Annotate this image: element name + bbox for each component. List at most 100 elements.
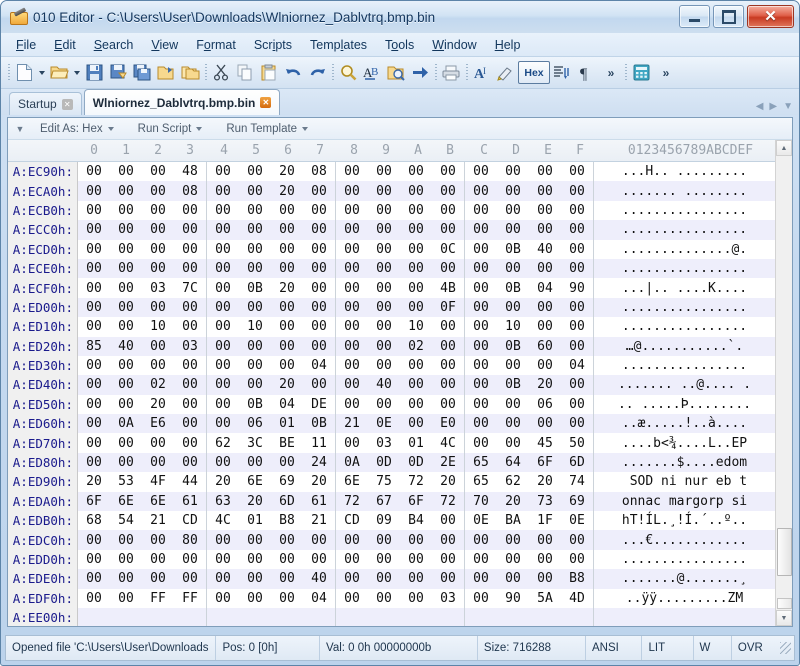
hex-byte[interactable]: 00: [271, 455, 303, 470]
hex-byte[interactable]: 65: [465, 474, 497, 489]
hex-byte[interactable]: 00: [432, 203, 464, 218]
hex-byte[interactable]: 72: [432, 494, 464, 509]
hex-byte[interactable]: 00: [336, 358, 368, 373]
hex-byte[interactable]: 08: [174, 184, 206, 199]
hex-byte[interactable]: 00: [368, 339, 400, 354]
hex-byte[interactable]: 04: [271, 397, 303, 412]
hex-byte[interactable]: 00: [465, 339, 497, 354]
hex-byte[interactable]: 00: [271, 358, 303, 373]
hex-byte[interactable]: 06: [239, 416, 271, 431]
hex-byte[interactable]: 00: [529, 184, 561, 199]
hex-byte[interactable]: 00: [368, 222, 400, 237]
hex-byte[interactable]: 00: [239, 533, 271, 548]
highlight-icon[interactable]: [494, 61, 518, 85]
hex-byte[interactable]: 0E: [465, 513, 497, 528]
hex-byte[interactable]: 00: [239, 571, 271, 586]
tab-prev-icon[interactable]: ◀: [756, 101, 764, 112]
hex-byte[interactable]: 00: [174, 319, 206, 334]
hex-byte[interactable]: 00: [465, 261, 497, 276]
hex-byte[interactable]: 00: [207, 281, 239, 296]
hex-byte[interactable]: 00: [561, 416, 593, 431]
hex-byte[interactable]: 00: [497, 222, 529, 237]
hex-byte[interactable]: 00: [368, 300, 400, 315]
hex-byte[interactable]: 00: [336, 377, 368, 392]
hex-byte[interactable]: 00: [78, 416, 110, 431]
replace-icon[interactable]: AB: [360, 61, 384, 85]
row-ascii[interactable]: ...€............: [593, 530, 775, 550]
hex-byte[interactable]: 00: [368, 319, 400, 334]
hex-byte[interactable]: 48: [174, 164, 206, 179]
find-icon[interactable]: [336, 61, 360, 85]
hex-byte[interactable]: 00: [207, 242, 239, 257]
hex-byte[interactable]: 10: [142, 319, 174, 334]
tab-list-icon[interactable]: ▼: [783, 101, 793, 112]
hex-byte[interactable]: 00: [432, 319, 464, 334]
hex-byte[interactable]: 00: [336, 203, 368, 218]
scrollbar-thumb[interactable]: [777, 528, 792, 576]
hex-byte[interactable]: 03: [142, 281, 174, 296]
hex-byte[interactable]: 00: [336, 339, 368, 354]
hex-byte[interactable]: 00: [400, 184, 432, 199]
hex-byte[interactable]: FF: [142, 591, 174, 606]
hex-byte[interactable]: 00: [368, 533, 400, 548]
hex-byte[interactable]: 08: [303, 164, 335, 179]
hex-byte[interactable]: 6E: [239, 474, 271, 489]
hex-byte[interactable]: 00: [561, 377, 593, 392]
hex-byte[interactable]: 80: [174, 533, 206, 548]
tab-startup[interactable]: Startup ✕: [9, 92, 82, 115]
hex-byte[interactable]: 00: [142, 261, 174, 276]
hex-byte[interactable]: 61: [303, 494, 335, 509]
open-recent-icon[interactable]: [178, 61, 202, 85]
hex-byte[interactable]: 00: [142, 533, 174, 548]
hex-byte[interactable]: 0E: [368, 416, 400, 431]
hex-byte[interactable]: 00: [303, 261, 335, 276]
hex-byte[interactable]: 4F: [142, 474, 174, 489]
hex-byte[interactable]: 01: [271, 416, 303, 431]
hex-byte[interactable]: 40: [110, 339, 142, 354]
hex-byte[interactable]: 00: [400, 552, 432, 567]
hex-byte[interactable]: 00: [110, 261, 142, 276]
hex-byte[interactable]: 72: [400, 474, 432, 489]
hex-byte[interactable]: 00: [529, 552, 561, 567]
open-file-dropdown[interactable]: [71, 61, 82, 85]
hex-byte[interactable]: 90: [497, 591, 529, 606]
hex-byte[interactable]: 68: [78, 513, 110, 528]
hex-byte[interactable]: 00: [110, 222, 142, 237]
hex-byte[interactable]: 00: [368, 552, 400, 567]
tab-next-icon[interactable]: ▶: [769, 101, 777, 112]
hex-byte[interactable]: 00: [561, 261, 593, 276]
row-ascii[interactable]: onnac margorp si: [593, 491, 775, 512]
hex-byte[interactable]: 00: [529, 300, 561, 315]
hex-byte[interactable]: 00: [239, 552, 271, 567]
hex-byte[interactable]: 00: [110, 591, 142, 606]
hex-byte[interactable]: 00: [303, 339, 335, 354]
hex-byte[interactable]: 00: [110, 300, 142, 315]
hex-byte[interactable]: 00: [110, 281, 142, 296]
hex-byte[interactable]: 00: [78, 184, 110, 199]
hex-byte[interactable]: 1F: [529, 513, 561, 528]
hex-byte[interactable]: 00: [142, 242, 174, 257]
hex-byte[interactable]: 20: [529, 474, 561, 489]
row-ascii[interactable]: ................: [593, 297, 775, 318]
hex-byte[interactable]: 00: [142, 358, 174, 373]
row-ascii[interactable]: ...H.. .........: [593, 162, 775, 182]
hex-byte[interactable]: 63: [207, 494, 239, 509]
hex-byte[interactable]: 00: [303, 222, 335, 237]
hex-byte[interactable]: E0: [432, 416, 464, 431]
hex-byte[interactable]: 00: [239, 203, 271, 218]
hex-byte[interactable]: 00: [529, 261, 561, 276]
hex-byte[interactable]: 0D: [400, 455, 432, 470]
hex-byte[interactable]: 40: [529, 242, 561, 257]
hex-byte[interactable]: 00: [497, 300, 529, 315]
hex-byte[interactable]: 7C: [174, 281, 206, 296]
undo-icon[interactable]: [281, 61, 305, 85]
hex-byte[interactable]: 10: [239, 319, 271, 334]
hex-byte[interactable]: 0B: [497, 281, 529, 296]
row-ascii[interactable]: …@...........`.: [593, 336, 775, 356]
menu-item-view[interactable]: View: [142, 36, 187, 54]
hex-byte[interactable]: 6F: [529, 455, 561, 470]
new-file-dropdown[interactable]: [36, 61, 47, 85]
hex-byte[interactable]: 21: [303, 513, 335, 528]
hex-byte[interactable]: 00: [110, 436, 142, 451]
row-ascii[interactable]: ................: [593, 355, 775, 376]
